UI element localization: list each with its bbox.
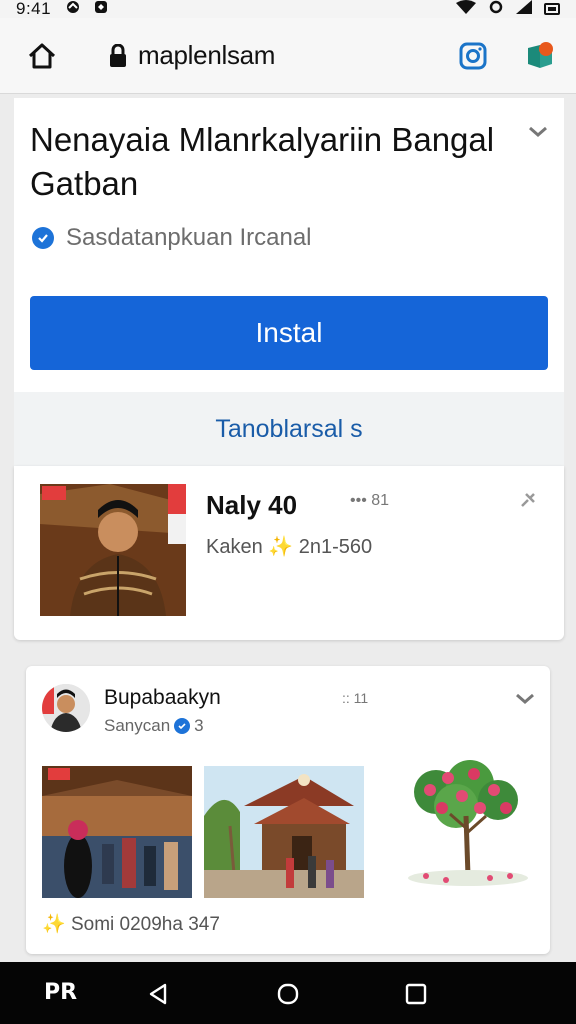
post-meta: :: 11 (342, 690, 369, 706)
developer-row: Sasdatanpkuan Ircanal (32, 224, 312, 252)
profile-sub-prefix: Kaken (206, 536, 263, 558)
post-photo-flowering-tree[interactable] (386, 756, 536, 896)
status-bar: 9:41 (0, 0, 576, 18)
profile-card[interactable]: Naly 40 ••• 81 Kaken ✨ 2n1-560 (14, 466, 564, 640)
verified-icon (32, 227, 54, 249)
sparkle-icon: ✨ (42, 914, 66, 935)
profile-sub-value: 2n1-560 (298, 536, 373, 558)
wifi-icon (456, 0, 476, 19)
notification-icon (65, 0, 81, 19)
post-sub-left: Sanycan (104, 716, 171, 735)
install-button[interactable]: Instal (30, 296, 548, 370)
avatar[interactable] (42, 684, 90, 732)
instagram-icon[interactable] (458, 41, 488, 71)
pin-icon[interactable] (516, 490, 538, 512)
post-photo-gathering[interactable] (42, 766, 192, 898)
more-link[interactable]: Tanoblarsal s (215, 415, 362, 444)
status-time: 9:41 (16, 0, 52, 18)
developer-name[interactable]: Sasdatanpkuan Ircanal (66, 224, 312, 252)
post-author[interactable]: Bupabaakyn (104, 686, 221, 710)
profile-photo[interactable] (40, 484, 186, 616)
post-footer-text: Somi 0209ha 347 (70, 914, 220, 935)
recents-icon[interactable] (404, 982, 428, 1006)
profile-meta: ••• 81 (350, 492, 390, 509)
lock-icon (108, 43, 128, 69)
post-card[interactable]: Bupabaakyn :: 11 Sanycan 3 ✨ Somi 0209ha… (26, 666, 550, 954)
status-right (456, 0, 560, 19)
navigation-bar: PR (0, 962, 576, 1024)
home-icon[interactable] (20, 34, 64, 78)
post-sub-right: 3 (194, 716, 204, 735)
post-footer: ✨ Somi 0209ha 347 (42, 912, 220, 936)
post-photo-pavilion[interactable] (204, 766, 364, 898)
battery-icon (544, 3, 560, 15)
verified-icon (174, 718, 191, 734)
nav-logo[interactable]: PR (44, 980, 77, 1005)
app-notification-icon (93, 0, 109, 19)
post-sub: Sanycan 3 (104, 716, 204, 736)
browser-toolbar: maplenlsam (0, 18, 576, 94)
sparkle-icon: ✨ (268, 536, 294, 558)
more-strip: Tanoblarsal s (14, 392, 564, 466)
chevron-down-icon[interactable] (526, 120, 550, 144)
back-icon[interactable] (146, 982, 170, 1006)
extension-icon[interactable] (524, 40, 556, 72)
url-text[interactable]: maplenlsam (138, 40, 275, 71)
chevron-down-icon[interactable] (514, 688, 536, 710)
install-card: Nenayaia Mlanrkalyariin Bangal Gatban Sa… (14, 98, 564, 392)
profile-sub: Kaken ✨ 2n1-560 (206, 534, 372, 559)
profile-name[interactable]: Naly 40 (206, 490, 297, 521)
signal-icon (516, 0, 532, 19)
sync-icon (488, 0, 504, 19)
app-title: Nenayaia Mlanrkalyariin Bangal Gatban (30, 121, 495, 202)
home-circle-icon[interactable] (276, 982, 300, 1006)
